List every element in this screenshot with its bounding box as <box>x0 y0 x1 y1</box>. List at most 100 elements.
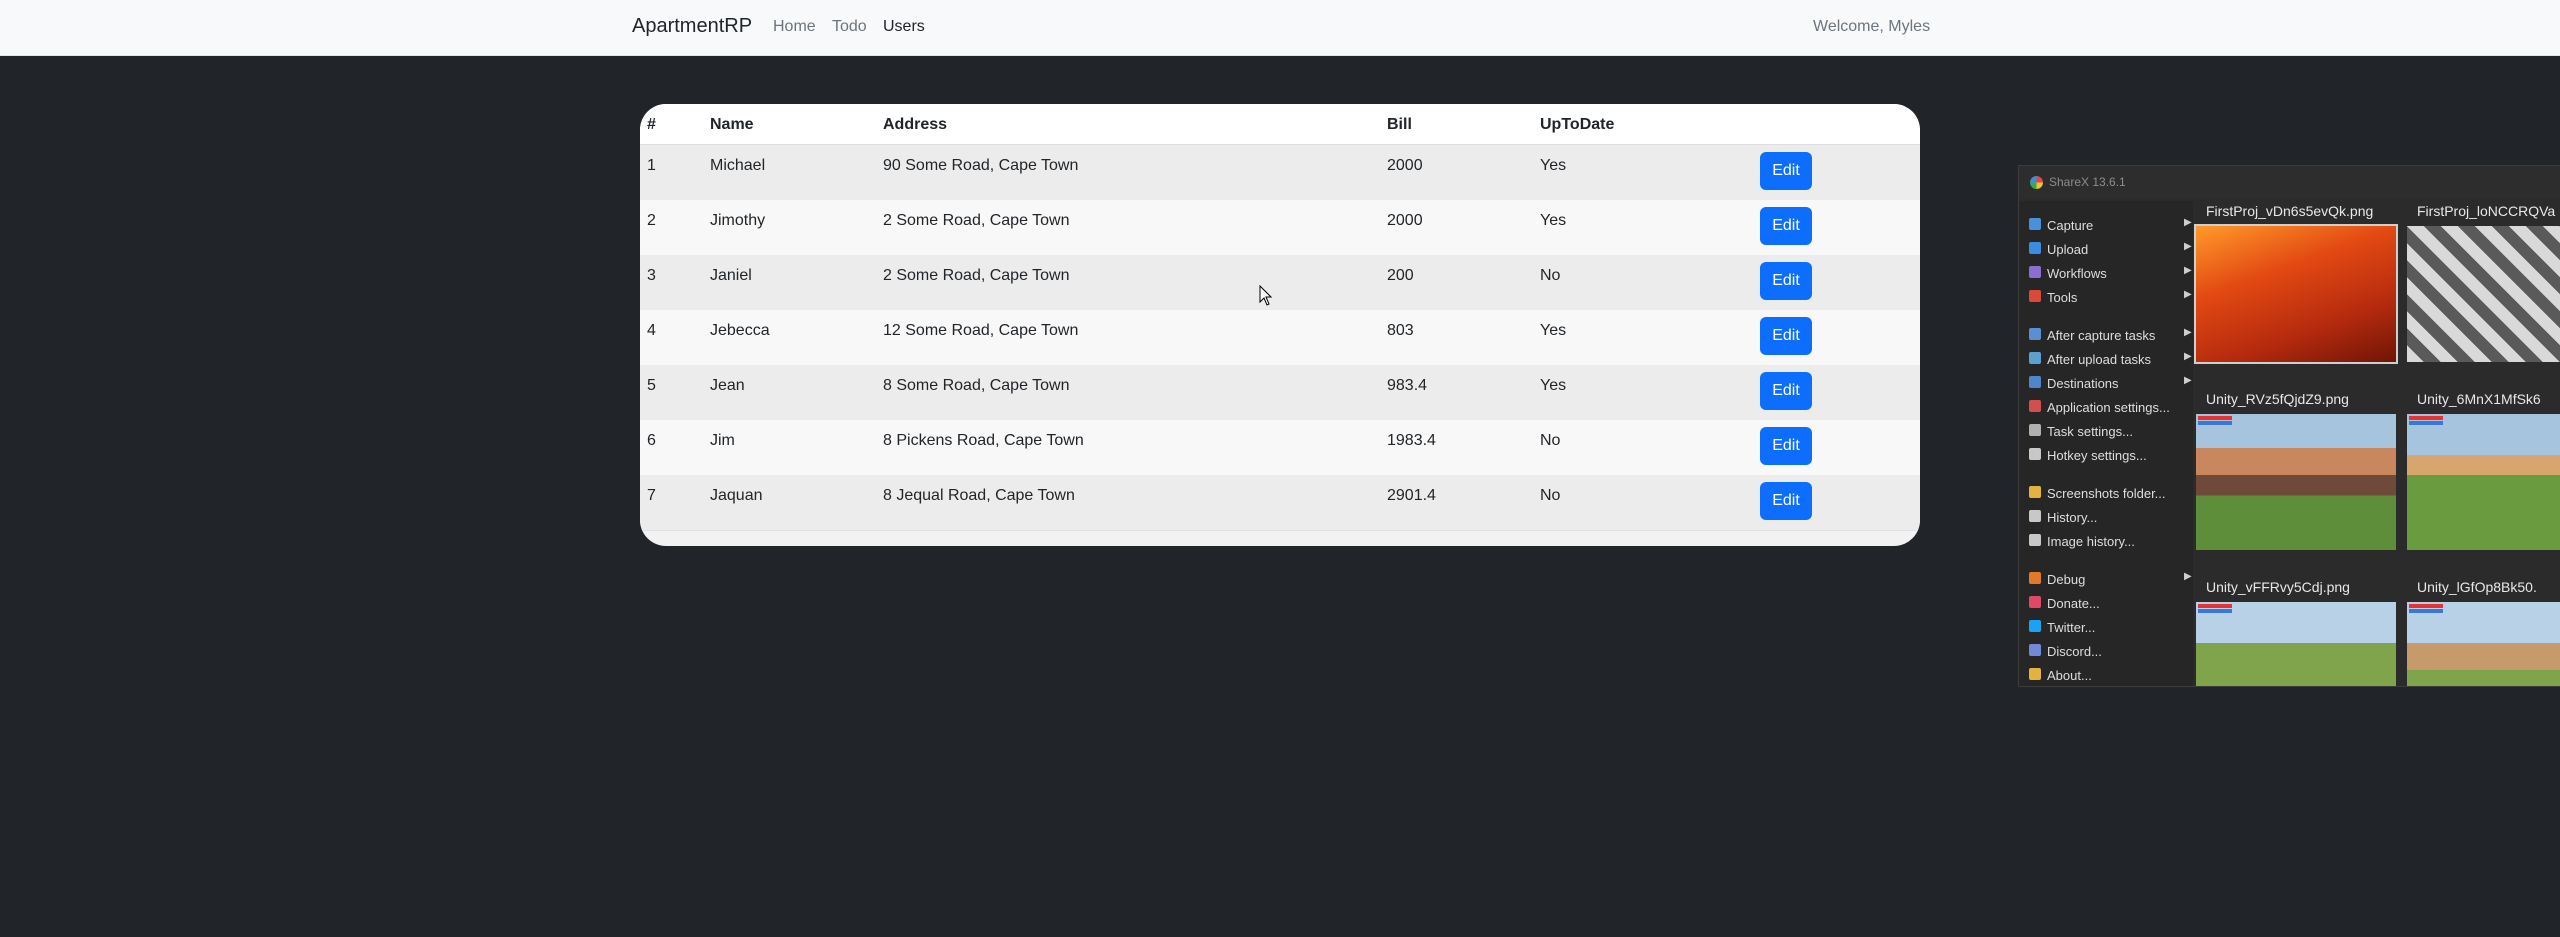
about-icon <box>2029 668 2041 680</box>
hotkey-settings-icon <box>2029 448 2041 460</box>
thumbnail-caption: FirstProj_vDn6s5evQk.png <box>2206 203 2374 219</box>
sharex-menu-item[interactable]: Capture ▶ <box>2029 215 2192 235</box>
cell-uptodate: Yes <box>1540 377 1567 394</box>
sharex-window[interactable]: ShareX 13.6.1 Capture ▶ Upload ▶ Workflows ▶ T… <box>2018 165 2560 687</box>
cell-id: 4 <box>647 322 656 339</box>
sharex-menu-label: History... <box>2047 510 2098 525</box>
sharex-menu-item[interactable]: Upload ▶ <box>2029 239 2192 259</box>
mana-bar-icon <box>2198 609 2232 613</box>
thumbnail-image[interactable] <box>2407 602 2560 686</box>
sharex-menu-label: After capture tasks <box>2047 328 2156 343</box>
sharex-menu-item[interactable]: Debug ▶ <box>2029 569 2192 589</box>
edit-button[interactable]: Edit <box>1760 207 1812 245</box>
after-capture-icon <box>2029 328 2041 340</box>
destinations-icon <box>2029 376 2041 388</box>
table-row: 7 Jaquan 8 Jequal Road, Cape Town 2901.4 No E… <box>640 475 1920 531</box>
task-settings-icon <box>2029 424 2041 436</box>
header-uptodate: UpToDate <box>1540 116 1615 133</box>
edit-button[interactable]: Edit <box>1760 317 1812 355</box>
thumbnail-image[interactable] <box>2407 414 2560 550</box>
sharex-menu-item[interactable]: History... <box>2029 507 2189 527</box>
sharex-menu-item[interactable]: Task settings... <box>2029 421 2189 441</box>
health-bar-icon <box>2198 416 2232 420</box>
sharex-menu-item[interactable]: Discord... <box>2029 641 2189 661</box>
submenu-arrow-icon: ▶ <box>2184 289 2192 300</box>
sharex-menu-item[interactable]: Screenshots folder... <box>2029 483 2189 503</box>
image-history-icon <box>2029 534 2041 546</box>
table-row: 3 Janiel 2 Some Road, Cape Town 200 No Edit <box>640 255 1920 311</box>
sharex-menu-item[interactable]: About... <box>2029 665 2189 685</box>
table-header: # Name Address Bill UpToDate <box>640 104 1920 145</box>
sharex-menu-label: Capture <box>2047 218 2094 233</box>
discord-icon <box>2029 644 2041 656</box>
submenu-arrow-icon: ▶ <box>2184 327 2192 338</box>
cell-id: 1 <box>647 157 656 174</box>
header-bill: Bill <box>1387 116 1412 133</box>
sharex-titlebar[interactable]: ShareX 13.6.1 <box>2019 166 2560 198</box>
sharex-logo-icon <box>2030 176 2043 189</box>
submenu-arrow-icon: ▶ <box>2184 265 2192 276</box>
thumbnail-caption: Unity_lGfOp8Bk50. <box>2417 579 2537 595</box>
health-bar-icon <box>2409 604 2443 608</box>
cell-bill: 2000 <box>1387 157 1423 174</box>
cell-uptodate: Yes <box>1540 212 1567 229</box>
workflows-icon <box>2029 266 2041 278</box>
cell-bill: 983.4 <box>1387 377 1428 394</box>
cell-bill: 200 <box>1387 267 1414 284</box>
sharex-menu-label: Debug <box>2047 572 2086 587</box>
edit-button[interactable]: Edit <box>1760 372 1812 410</box>
cell-name: Jimothy <box>710 212 766 229</box>
sharex-menu-item[interactable]: Hotkey settings... <box>2029 445 2189 465</box>
sharex-menu-label: Donate... <box>2047 596 2100 611</box>
header-name: Name <box>710 116 754 133</box>
sharex-thumbnails: FirstProj_vDn6s5evQk.png FirstProj_loNCCR… <box>2193 201 2560 686</box>
sharex-menu-item[interactable]: Tools ▶ <box>2029 287 2192 307</box>
thumbnail-image[interactable] <box>2407 226 2560 362</box>
thumbnail-caption: Unity_6MnX1MfSk6 <box>2417 391 2541 407</box>
sharex-menu-item[interactable]: Workflows ▶ <box>2029 263 2192 283</box>
cell-name: Jaquan <box>710 487 763 504</box>
cell-bill: 2000 <box>1387 212 1423 229</box>
thumbnail-image[interactable] <box>2196 602 2396 686</box>
health-bar-icon <box>2198 604 2232 608</box>
thumbnail-caption: FirstProj_loNCCRQVa <box>2417 203 2556 219</box>
edit-button[interactable]: Edit <box>1760 482 1812 520</box>
sharex-menu-label: Destinations <box>2047 376 2119 391</box>
cell-uptodate: No <box>1540 432 1561 449</box>
sharex-menu: Capture ▶ Upload ▶ Workflows ▶ Tools ▶ After cap… <box>2019 201 2193 686</box>
sharex-menu-item[interactable]: Destinations ▶ <box>2029 373 2192 393</box>
thumbnail-image[interactable] <box>2194 224 2398 364</box>
nav-link-todo[interactable]: Todo <box>832 18 867 36</box>
cell-name: Michael <box>710 157 766 174</box>
sharex-menu-item[interactable]: Application settings... <box>2029 397 2189 417</box>
table-row: 1 Michael 90 Some Road, Cape Town 2000 Yes Ed… <box>640 145 1920 201</box>
sharex-menu-item[interactable]: After upload tasks ▶ <box>2029 349 2192 369</box>
tools-icon <box>2029 290 2041 302</box>
cell-address: 2 Some Road, Cape Town <box>883 212 1070 229</box>
mana-bar-icon <box>2409 609 2443 613</box>
welcome-text: Welcome, Myles <box>1813 18 1931 35</box>
sharex-menu-item[interactable]: Donate... <box>2029 593 2189 613</box>
navbar-brand[interactable]: ApartmentRP <box>632 15 752 38</box>
edit-button[interactable]: Edit <box>1760 152 1812 190</box>
history-icon <box>2029 510 2041 522</box>
nav-link-home[interactable]: Home <box>773 18 816 36</box>
edit-button[interactable]: Edit <box>1760 262 1812 300</box>
edit-button[interactable]: Edit <box>1760 427 1812 465</box>
cell-uptodate: Yes <box>1540 322 1567 339</box>
sharex-menu-item[interactable]: Image history... <box>2029 531 2189 551</box>
cell-name: Jean <box>710 377 745 394</box>
sharex-menu-item[interactable]: After capture tasks ▶ <box>2029 325 2192 345</box>
cell-address: 8 Some Road, Cape Town <box>883 377 1070 394</box>
cell-bill: 803 <box>1387 322 1414 339</box>
sharex-menu-label: Tools <box>2047 290 2078 305</box>
sharex-menu-label: Upload <box>2047 242 2089 257</box>
nav-link-users[interactable]: Users <box>883 18 925 36</box>
table-row: 2 Jimothy 2 Some Road, Cape Town 2000 Yes Edi… <box>640 200 1920 256</box>
cell-id: 7 <box>647 487 656 504</box>
users-table: # Name Address Bill UpToDate 1 Michael 90 … <box>640 104 1920 546</box>
submenu-arrow-icon: ▶ <box>2184 351 2192 362</box>
thumbnail-image[interactable] <box>2196 414 2396 550</box>
sharex-menu-item[interactable]: Twitter... <box>2029 617 2189 637</box>
submenu-arrow-icon: ▶ <box>2184 217 2192 228</box>
